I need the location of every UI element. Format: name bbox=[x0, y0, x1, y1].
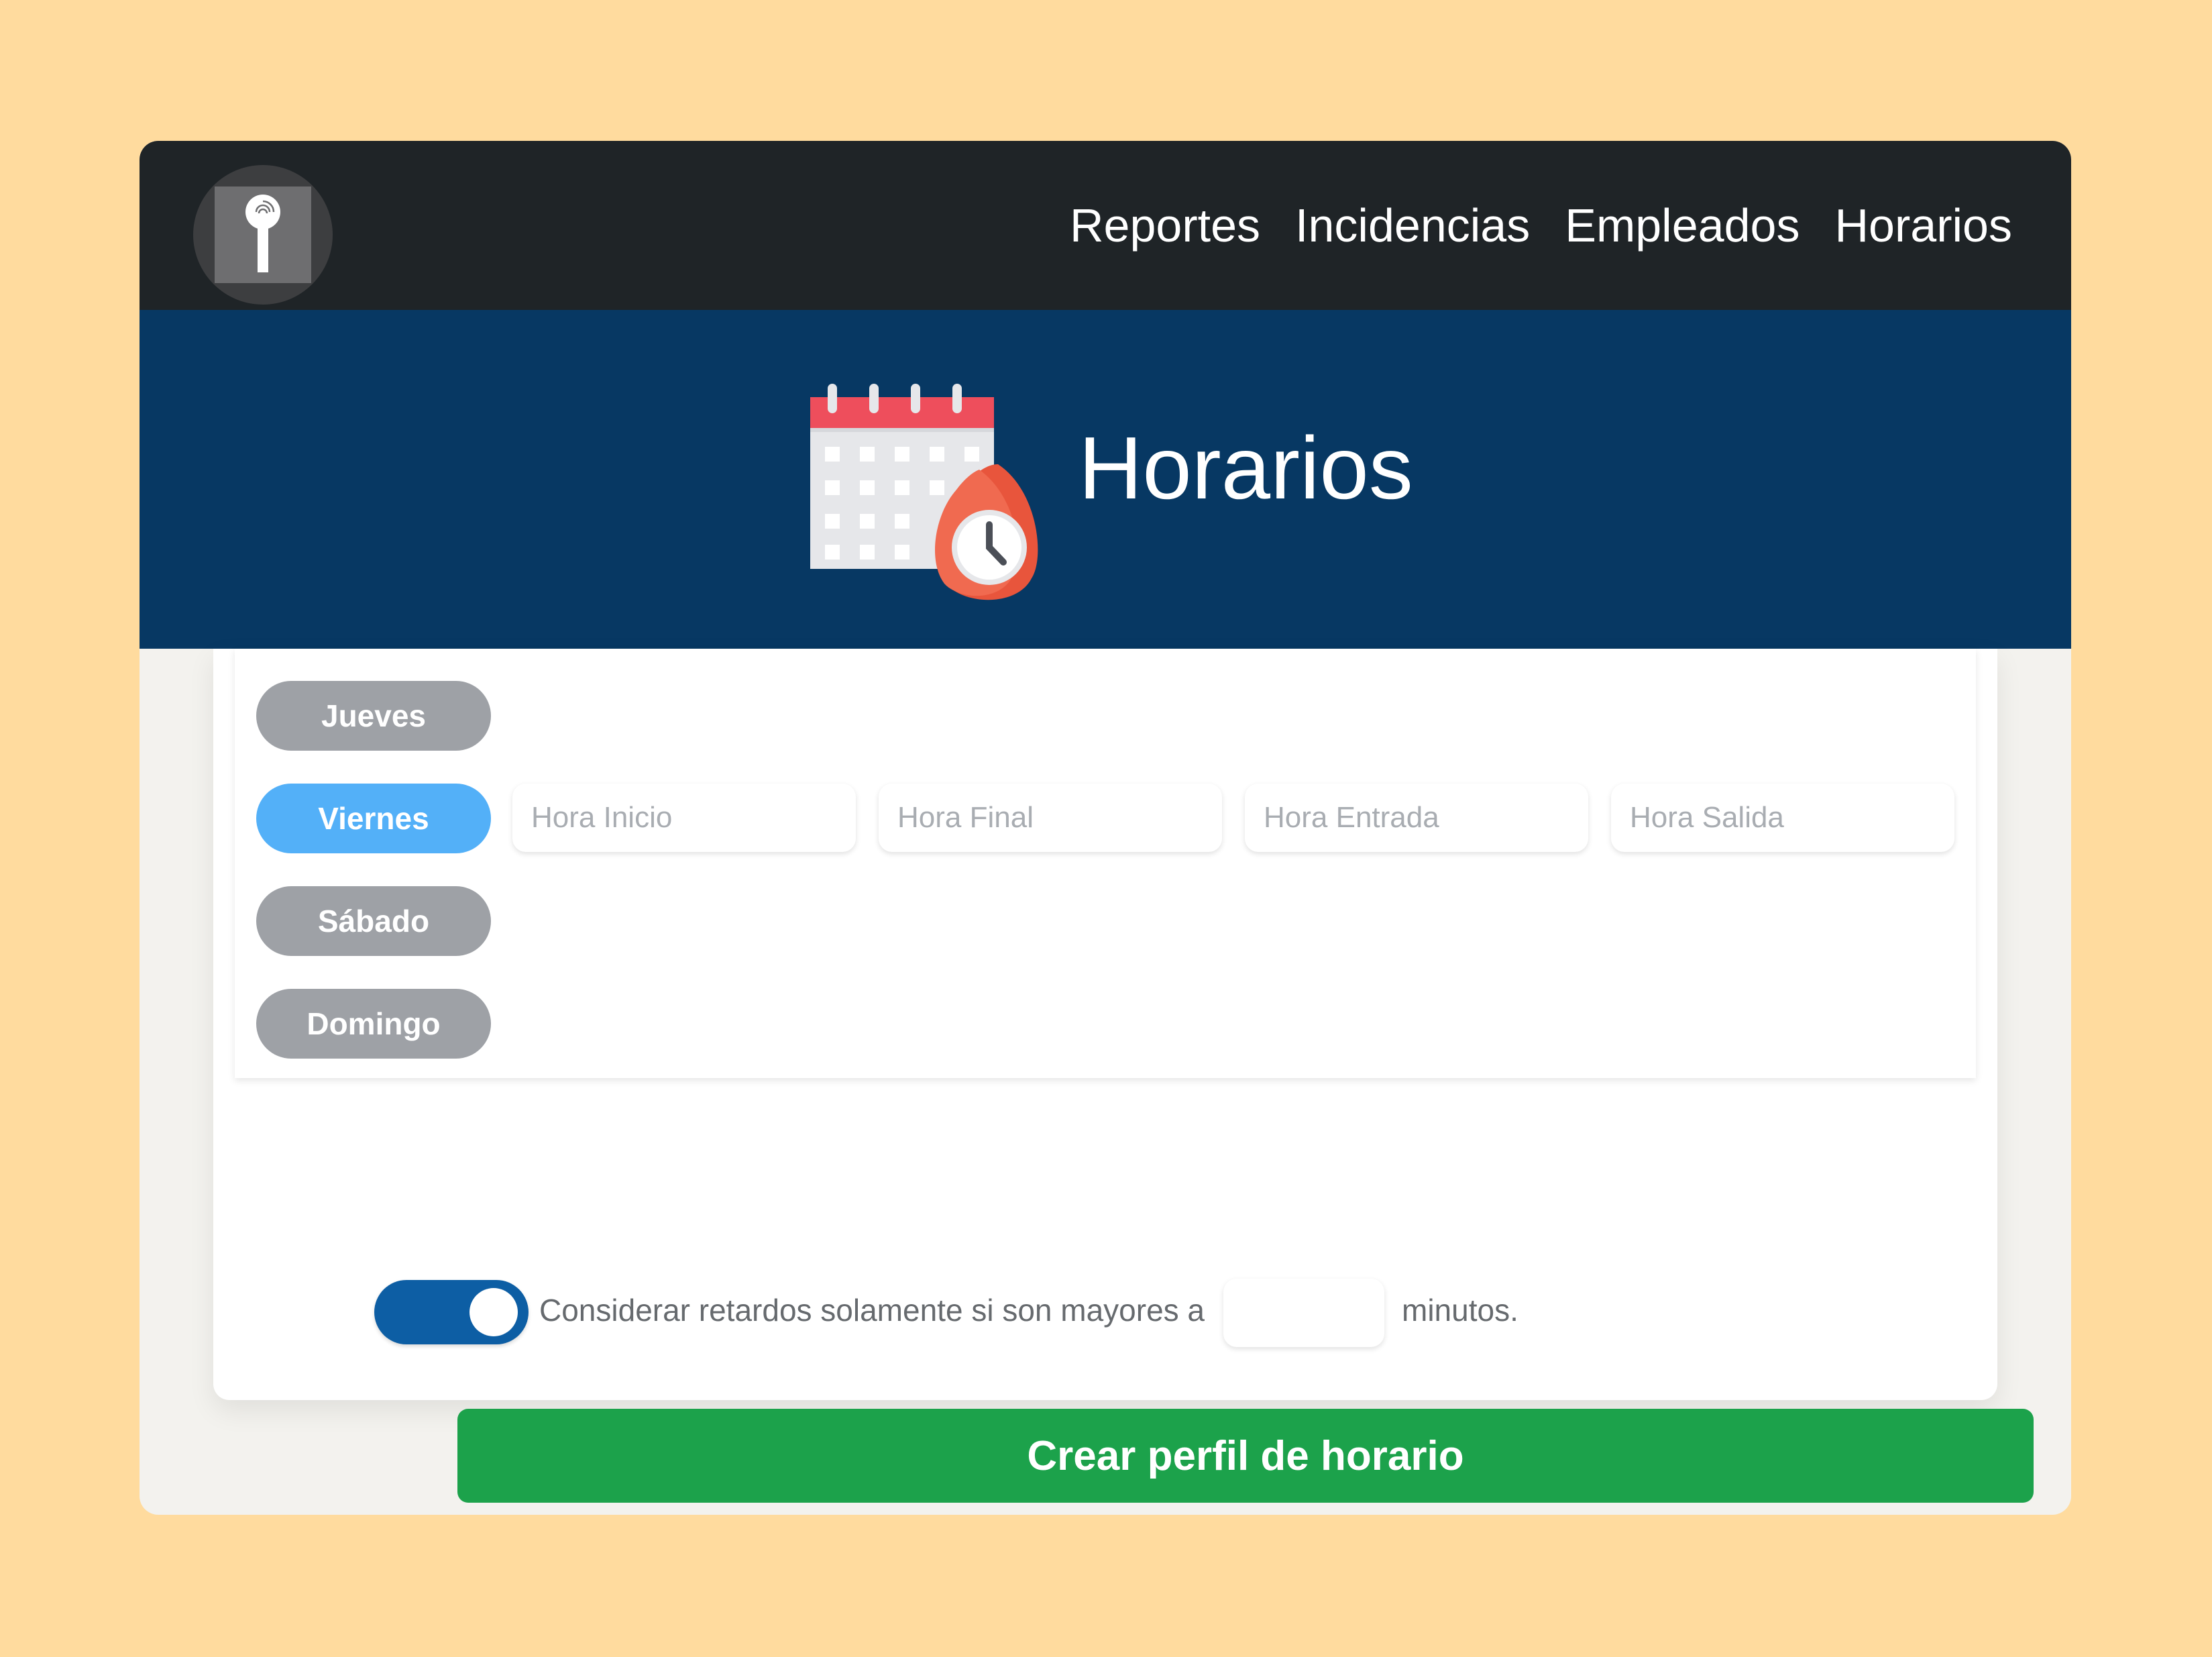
hora-final-input[interactable] bbox=[879, 784, 1222, 852]
day-button-viernes[interactable]: Viernes bbox=[256, 784, 491, 853]
retardos-toggle[interactable] bbox=[374, 1280, 529, 1344]
day-button-jueves[interactable]: Jueves bbox=[256, 681, 491, 751]
day-button-sabado[interactable]: Sábado bbox=[256, 886, 491, 956]
calendar-clock-icon bbox=[810, 384, 1038, 600]
nav-link-reportes[interactable]: Reportes bbox=[1070, 199, 1260, 252]
page-header-banner: Horarios bbox=[140, 310, 2071, 649]
nav-link-empleados[interactable]: Empleados bbox=[1565, 199, 1800, 252]
minutes-suffix: minutos. bbox=[1402, 1293, 1518, 1328]
hora-entrada-input[interactable] bbox=[1245, 784, 1588, 852]
top-navbar: Reportes Incidencias Empleados Horarios bbox=[140, 141, 2071, 310]
hora-inicio-input[interactable] bbox=[512, 784, 856, 852]
days-panel: Jueves Viernes Sábado Domingo bbox=[235, 649, 1976, 1078]
toggle-knob bbox=[469, 1288, 518, 1336]
minutes-input[interactable] bbox=[1223, 1279, 1384, 1347]
nav-link-incidencias[interactable]: Incidencias bbox=[1295, 199, 1530, 252]
day-button-domingo[interactable]: Domingo bbox=[256, 989, 491, 1059]
retardos-label: Considerar retardos solamente si son may… bbox=[539, 1293, 1205, 1328]
hora-salida-input[interactable] bbox=[1611, 784, 1954, 852]
nav-link-horarios[interactable]: Horarios bbox=[1834, 199, 2012, 252]
fingerprint-key-icon bbox=[245, 195, 280, 272]
page-title: Horarios bbox=[1079, 419, 1413, 517]
fingerprint-logo-icon[interactable] bbox=[193, 165, 333, 305]
create-schedule-button[interactable]: Crear perfil de horario bbox=[457, 1409, 2034, 1503]
nav-links: Reportes Incidencias Empleados Horarios bbox=[1035, 141, 2012, 310]
app-window: Reportes Incidencias Empleados Horarios bbox=[140, 141, 2071, 1515]
